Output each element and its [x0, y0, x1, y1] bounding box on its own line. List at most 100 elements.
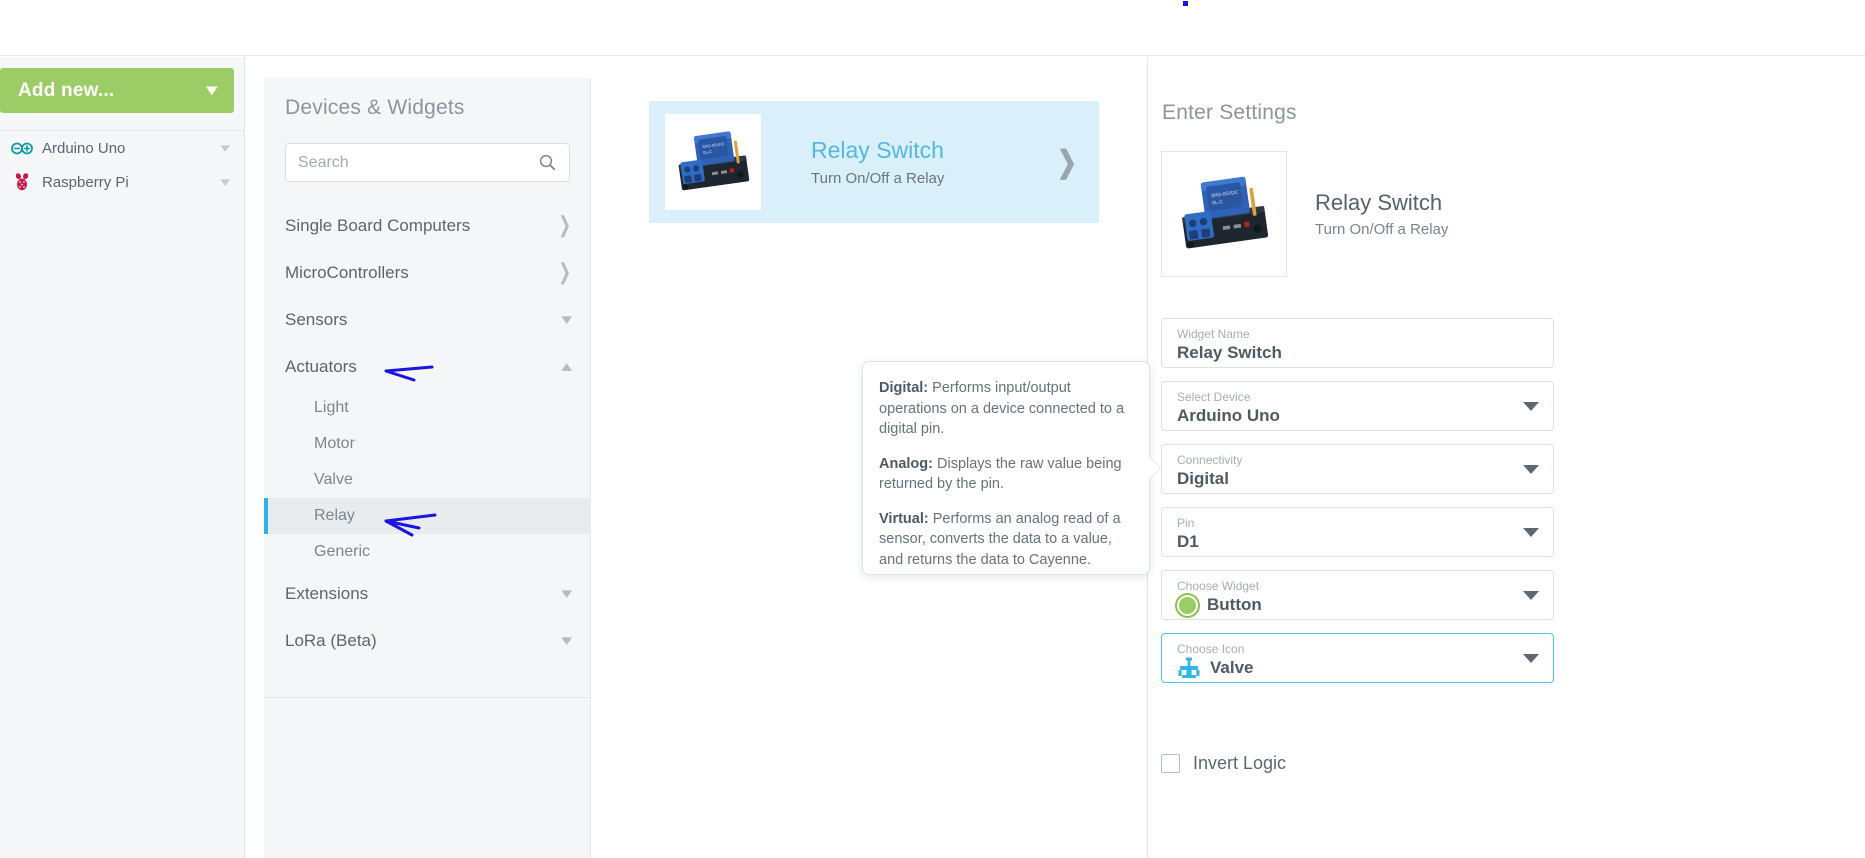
settings-panel: Enter Settings SRD-05VDC SL-C [1149, 57, 1865, 858]
chevron-down-icon: ▾ [562, 586, 573, 601]
dropdown-caret-icon[interactable] [1523, 591, 1539, 600]
chevron-down-icon[interactable]: ▾ [221, 174, 231, 190]
settings-form: Widget Name Relay Switch Select Device A… [1161, 318, 1554, 696]
left-sidebar: Add new... ▾ [0, 57, 245, 858]
subcategory-motor[interactable]: Motor [264, 426, 591, 462]
settings-hero-title: Relay Switch [1315, 190, 1448, 216]
sidebar-item-arduino-uno[interactable]: Arduino Uno ▾ [0, 131, 245, 165]
field-label: Choose Icon [1177, 642, 1541, 656]
device-list: Arduino Uno ▾ [0, 130, 245, 199]
field-label: Widget Name [1177, 327, 1541, 341]
field-value: D1 [1177, 531, 1541, 553]
category-label: Single Board Computers [285, 216, 558, 236]
chevron-right-icon: ❯ [558, 215, 571, 237]
field-label: Connectivity [1177, 453, 1541, 467]
chevron-down-icon: ▾ [562, 312, 573, 327]
dropdown-caret-icon[interactable] [1523, 528, 1539, 537]
add-new-label: Add new... [18, 80, 114, 102]
panel-divider [264, 697, 591, 698]
arduino-infinity-icon [10, 138, 34, 158]
widget-card-subtitle: Turn On/Off a Relay [811, 170, 1057, 187]
pin-field[interactable]: Pin D1 [1161, 507, 1554, 557]
settings-hero-subtitle: Turn On/Off a Relay [1315, 221, 1448, 238]
connectivity-tooltip: Digital: Performs input/output operation… [862, 361, 1150, 575]
subcategory-label: Generic [314, 543, 370, 561]
tooltip-paragraph-digital: Digital: Performs input/output operation… [879, 378, 1129, 440]
app-root: Add new... ▾ [0, 0, 1865, 858]
panel-title: Devices & Widgets [285, 96, 465, 120]
add-new-button[interactable]: Add new... ▾ [0, 68, 234, 113]
category-label: MicroControllers [285, 263, 558, 283]
field-value: Valve [1210, 657, 1254, 679]
relay-module-photo-icon: SRD-05VDC SL-C [665, 114, 761, 210]
subcategory-label: Motor [314, 435, 355, 453]
subcategory-light[interactable]: Light [264, 390, 591, 426]
sidebar-item-label: Arduino Uno [42, 140, 222, 157]
settings-hero: SRD-05VDC SL-C [1161, 151, 1448, 277]
category-lora-beta[interactable]: LoRa (Beta) ▾ [264, 617, 591, 664]
category-microcontrollers[interactable]: MicroControllers ❯ [264, 249, 591, 296]
tooltip-pointer-icon [1149, 457, 1160, 479]
chevron-down-icon: ▾ [207, 83, 217, 99]
category-label: Actuators [285, 357, 563, 377]
field-label: Select Device [1177, 390, 1541, 404]
invert-logic-row[interactable]: Invert Logic [1161, 753, 1286, 774]
tooltip-term: Analog: [879, 456, 933, 472]
chevron-down-icon: ▾ [562, 633, 573, 648]
dropdown-caret-icon[interactable] [1523, 402, 1539, 411]
dropdown-caret-icon[interactable] [1523, 654, 1539, 663]
settings-title: Enter Settings [1162, 101, 1297, 125]
subcategory-label: Valve [314, 471, 353, 489]
sidebar-item-label: Raspberry Pi [42, 174, 222, 191]
choose-icon-field[interactable]: Choose Icon [1161, 633, 1554, 683]
choose-widget-field[interactable]: Choose Widget Button [1161, 570, 1554, 620]
field-value: Button [1207, 594, 1262, 616]
field-value: Arduino Uno [1177, 405, 1541, 427]
tooltip-term: Virtual: [879, 511, 929, 527]
category-single-board-computers[interactable]: Single Board Computers ❯ [264, 202, 591, 249]
category-actuators[interactable]: Actuators ▴ [264, 343, 591, 390]
dropdown-caret-icon[interactable] [1523, 465, 1539, 474]
raspberry-pi-icon [10, 172, 34, 192]
top-strip [0, 0, 1865, 56]
tooltip-paragraph-virtual: Virtual: Performs an analog read of a se… [879, 509, 1129, 571]
green-circle-button-icon [1177, 595, 1198, 616]
annotation-dot [1183, 1, 1188, 6]
panel-footer [264, 698, 591, 858]
subcategory-label: Light [314, 399, 349, 417]
valve-icon [1177, 657, 1201, 679]
search-input[interactable] [286, 154, 539, 172]
field-label: Choose Widget [1177, 579, 1541, 593]
category-label: LoRa (Beta) [285, 631, 563, 651]
chevron-right-icon: ❯ [558, 262, 571, 284]
category-label: Extensions [285, 584, 563, 604]
subcategory-generic[interactable]: Generic [264, 534, 591, 570]
invert-logic-checkbox[interactable] [1161, 754, 1180, 773]
widget-name-field[interactable]: Widget Name Relay Switch [1161, 318, 1554, 368]
field-label: Pin [1177, 516, 1541, 530]
chevron-up-icon: ▴ [562, 359, 573, 374]
widget-result-card[interactable]: SRD-05VDC SL-C [649, 101, 1099, 223]
search-field[interactable] [285, 143, 570, 182]
category-label: Sensors [285, 310, 563, 330]
select-device-field[interactable]: Select Device Arduino Uno [1161, 381, 1554, 431]
subcategory-label: Relay [314, 507, 355, 525]
subcategory-valve[interactable]: Valve [264, 462, 591, 498]
widget-card-text: Relay Switch Turn On/Off a Relay [761, 137, 1057, 187]
subcategory-relay[interactable]: Relay [264, 498, 591, 534]
search-icon[interactable] [539, 154, 569, 171]
chevron-down-icon[interactable]: ▾ [221, 140, 231, 156]
category-list: Single Board Computers ❯ MicroController… [264, 202, 591, 664]
field-value[interactable]: Relay Switch [1177, 342, 1541, 364]
connectivity-field[interactable]: Connectivity Digital [1161, 444, 1554, 494]
chevron-right-icon[interactable]: ❯ [1057, 144, 1099, 180]
tooltip-term: Digital: [879, 380, 928, 396]
settings-hero-text: Relay Switch Turn On/Off a Relay [1287, 190, 1448, 238]
widget-card-title: Relay Switch [811, 137, 1057, 165]
invert-logic-label: Invert Logic [1193, 753, 1286, 774]
relay-module-photo-icon: SRD-05VDC SL-C [1161, 151, 1287, 277]
category-extensions[interactable]: Extensions ▾ [264, 570, 591, 617]
sidebar-item-raspberry-pi[interactable]: Raspberry Pi ▾ [0, 165, 245, 199]
category-sensors[interactable]: Sensors ▾ [264, 296, 591, 343]
devices-widgets-panel: Devices & Widgets Single Board Computers… [264, 78, 591, 698]
